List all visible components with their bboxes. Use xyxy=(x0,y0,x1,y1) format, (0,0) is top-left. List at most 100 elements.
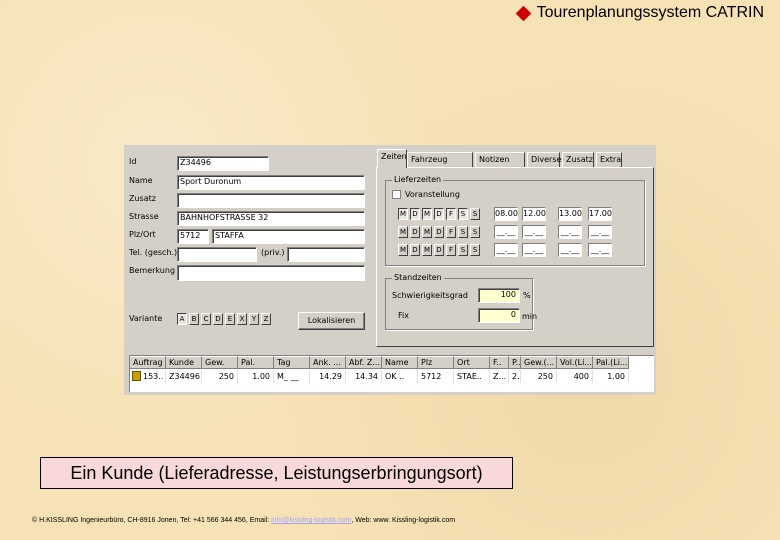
weekday-toggle[interactable]: S xyxy=(470,226,480,238)
weekday-toggle[interactable]: D xyxy=(410,226,420,238)
table-cell[interactable]: 14.34 xyxy=(346,370,382,383)
weekday-toggle[interactable]: D xyxy=(434,226,444,238)
table-cell[interactable]: 153.. xyxy=(140,370,166,383)
slide-caption: Ein Kunde (Lieferadresse, Leistungserbri… xyxy=(40,457,513,489)
column-header[interactable]: Gew. xyxy=(202,356,238,369)
column-header[interactable]: P.. xyxy=(509,356,521,369)
table-cell[interactable]: OK .. xyxy=(382,370,418,383)
strasse-field[interactable]: BAHNHOFSTRASSE 32 xyxy=(177,211,365,226)
lieferzeit-field[interactable]: __.__ xyxy=(558,225,582,239)
table-cell[interactable]: M_ __ xyxy=(274,370,310,383)
variante-toggle-c[interactable]: C xyxy=(201,313,211,325)
column-header[interactable]: Abf. Z... xyxy=(346,356,382,369)
column-header[interactable]: Auftrag xyxy=(130,356,166,369)
weekday-toggle[interactable]: M xyxy=(398,208,408,220)
variante-toggle-y[interactable]: Y xyxy=(249,313,259,325)
weekday-toggle[interactable]: S xyxy=(458,244,468,256)
lieferzeit-field[interactable]: __.__ xyxy=(494,243,518,257)
lokalisieren-button[interactable]: Lokalisieren xyxy=(298,312,365,330)
id-label: Id xyxy=(129,157,137,166)
tab-zusatz[interactable]: Zusatz xyxy=(562,152,594,167)
table-cell[interactable]: 1.00 xyxy=(238,370,274,383)
ort-field[interactable]: STAFFA xyxy=(212,229,365,244)
table-cell[interactable]: 2.. xyxy=(509,370,521,383)
column-header[interactable]: Pal.(Li... xyxy=(593,356,629,369)
plz-field[interactable]: 5712 xyxy=(177,229,209,244)
weekday-toggle[interactable]: M xyxy=(422,226,432,238)
lieferzeit-field[interactable]: __.__ xyxy=(558,243,582,257)
column-header[interactable]: Kunde xyxy=(166,356,202,369)
lieferzeit-field[interactable]: 17.00 xyxy=(588,207,612,221)
variante-toggle-d[interactable]: D xyxy=(213,313,223,325)
column-header[interactable]: Pal. xyxy=(238,356,274,369)
weekday-toggle[interactable]: M xyxy=(398,226,408,238)
strasse-label: Strasse xyxy=(129,212,159,221)
variante-toggle-b[interactable]: B xyxy=(189,313,199,325)
table-cell[interactable]: 250 xyxy=(202,370,238,383)
lieferzeit-field[interactable]: 12.00 xyxy=(522,207,546,221)
tab-notizen[interactable]: Notizen xyxy=(475,152,525,167)
table-cell[interactable]: 14.29 xyxy=(310,370,346,383)
column-header[interactable]: Plz xyxy=(418,356,454,369)
lieferzeit-field[interactable]: 08.00 xyxy=(494,207,518,221)
column-header[interactable]: Ort xyxy=(454,356,490,369)
tel-gesch-field[interactable] xyxy=(177,247,257,262)
column-header[interactable]: Gew.(... xyxy=(521,356,557,369)
table-cell[interactable]: 400 xyxy=(557,370,593,383)
weekday-toggle[interactable]: D xyxy=(434,208,444,220)
id-field[interactable]: Z34496 xyxy=(177,156,269,171)
weekday-toggle[interactable]: F xyxy=(446,226,456,238)
lieferzeit-field[interactable]: __.__ xyxy=(522,225,546,239)
weekday-toggle[interactable]: D xyxy=(410,244,420,256)
column-header[interactable]: F.. xyxy=(490,356,509,369)
table-cell[interactable]: Z34496 xyxy=(166,370,202,383)
column-header[interactable]: Tag xyxy=(274,356,310,369)
footer-email-link[interactable]: info@kissling-logistik.com xyxy=(271,517,351,524)
variante-toggle-x[interactable]: X xyxy=(237,313,247,325)
lieferzeit-field[interactable]: __.__ xyxy=(522,243,546,257)
slide-title: Tourenplanungssystem CATRIN xyxy=(536,4,764,21)
weekday-toggle[interactable]: D xyxy=(434,244,444,256)
variante-toggle-e[interactable]: E xyxy=(225,313,235,325)
tab-zeiten[interactable]: Zeiten xyxy=(377,149,407,168)
weekday-toggle[interactable]: S xyxy=(470,244,480,256)
schwierigkeitsgrad-field[interactable]: 100 xyxy=(478,288,520,303)
weekday-toggle[interactable]: M xyxy=(422,208,432,220)
table-cell[interactable]: 5712 xyxy=(418,370,454,383)
lieferzeiten-title: Lieferzeiten xyxy=(392,175,444,184)
variante-toggle-z[interactable]: Z xyxy=(261,313,271,325)
weekday-toggle[interactable]: M xyxy=(398,244,408,256)
fix-field[interactable]: 0 xyxy=(478,308,520,323)
column-header[interactable]: Vol.(Li... xyxy=(557,356,593,369)
variante-toggle-a[interactable]: A xyxy=(177,313,187,325)
schwierigkeitsgrad-label: Schwierigkeitsgrad xyxy=(392,291,468,300)
bemerkung-field[interactable] xyxy=(177,265,365,281)
lieferzeit-field[interactable]: __.__ xyxy=(588,243,612,257)
lieferzeit-field[interactable]: 13.00 xyxy=(558,207,582,221)
lieferzeit-field[interactable]: __.__ xyxy=(494,225,518,239)
table-cell[interactable]: Z... xyxy=(490,370,509,383)
voranstellung-checkbox[interactable] xyxy=(392,190,401,199)
tab-fahrzeug[interactable]: Fahrzeug xyxy=(407,152,473,167)
zusatz-field[interactable] xyxy=(177,193,365,208)
table-cell[interactable]: 1.00 xyxy=(593,370,629,383)
results-table: Auftrag Kunde Gew. Pal. Tag Ank. ... Abf. Z...… xyxy=(129,355,654,392)
weekday-toggle[interactable]: S xyxy=(458,208,468,220)
lieferzeiten-group: Lieferzeiten Voranstellung M D M D F S S 08.00 1… xyxy=(385,175,645,266)
column-header[interactable]: Ank. ... xyxy=(310,356,346,369)
lieferzeit-field[interactable]: __.__ xyxy=(588,225,612,239)
tel-gesch-label: Tel. (gesch.) xyxy=(129,248,178,257)
tab-diverse[interactable]: Diverse xyxy=(527,152,561,167)
weekday-toggle[interactable]: S xyxy=(470,208,480,220)
table-cell[interactable]: 250 xyxy=(521,370,557,383)
weekday-toggle[interactable]: M xyxy=(422,244,432,256)
table-cell[interactable]: STAE.. xyxy=(454,370,490,383)
weekday-toggle[interactable]: S xyxy=(458,226,468,238)
tab-extra[interactable]: Extra xyxy=(596,152,622,167)
tel-priv-field[interactable] xyxy=(287,247,365,262)
weekday-toggle[interactable]: F xyxy=(446,244,456,256)
weekday-toggle[interactable]: F xyxy=(446,208,456,220)
column-header[interactable]: Name xyxy=(382,356,418,369)
weekday-toggle[interactable]: D xyxy=(410,208,420,220)
name-field[interactable]: Sport Duronum xyxy=(177,175,365,190)
